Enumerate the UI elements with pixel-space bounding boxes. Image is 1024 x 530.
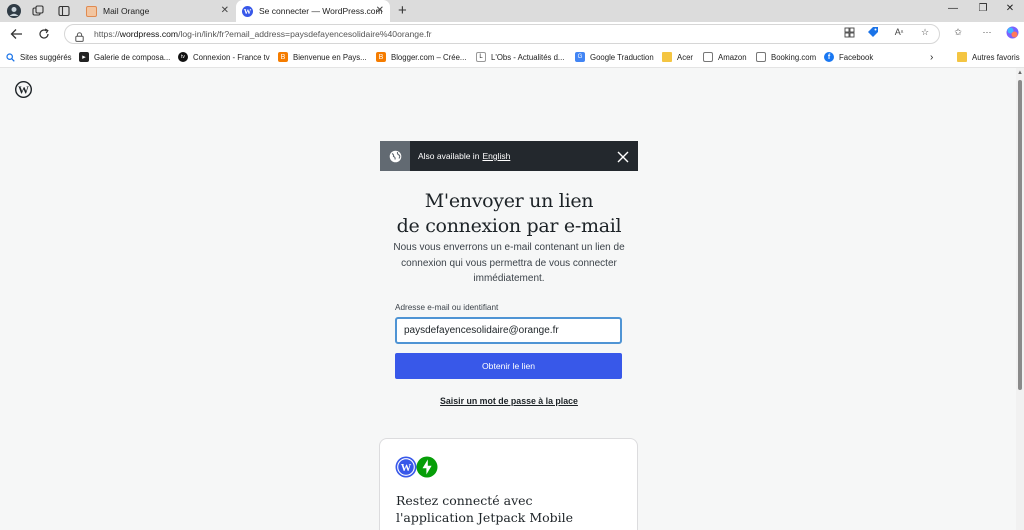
close-tab-icon[interactable]: ✕ (376, 5, 384, 16)
address-bar[interactable]: https://wordpress.com/log-in/link/fr?ema… (64, 24, 940, 44)
close-window-icon[interactable]: ✕ (1002, 3, 1018, 14)
tab-strip: Mail Orange ✕ W Se connecter — WordPress… (0, 0, 1024, 22)
read-aloud-icon[interactable]: Aʌ (892, 25, 906, 39)
svg-text:W: W (18, 85, 29, 97)
bookmark-blogger[interactable]: B Blogger.com – Crée... (376, 51, 466, 63)
svg-text:W: W (244, 7, 252, 16)
scroll-up-icon[interactable]: ▲ (1017, 70, 1023, 76)
blogger-favicon-icon: B (376, 52, 386, 62)
page-icon (703, 52, 713, 62)
navigation-toolbar: https://wordpress.com/log-in/link/fr?ema… (0, 22, 1024, 46)
bookmark-facebook[interactable]: f Facebook (824, 51, 873, 63)
mail-icon (86, 5, 97, 17)
notice-text: Also available in English (418, 151, 511, 161)
favorites-icon[interactable]: ✩ (951, 25, 965, 39)
restore-icon[interactable]: ❐ (975, 3, 991, 14)
translate-favicon-icon: G (575, 52, 585, 62)
more-bookmarks-chevron-icon[interactable]: › (930, 51, 933, 63)
svg-text:W: W (401, 463, 412, 474)
gallery-favicon-icon: ▸ (79, 52, 89, 62)
bookmarks-bar: Sites suggérés ▸ Galerie de composa... t… (0, 46, 1024, 68)
refresh-icon[interactable] (36, 26, 52, 42)
france-tv-favicon-icon: tv (178, 52, 188, 62)
back-arrow-icon[interactable] (8, 26, 24, 42)
globe-icon (380, 141, 410, 171)
wordpress-favicon-icon: W (242, 5, 253, 17)
tab-title: Se connecter — WordPress.com (259, 6, 383, 16)
url-text: https://wordpress.com/log-in/link/fr?ema… (94, 29, 432, 39)
search-icon (6, 52, 15, 62)
page-description: Nous vous enverrons un e-mail contenant … (393, 242, 625, 284)
get-link-button[interactable]: Obtenir le lien (395, 353, 622, 379)
use-password-link[interactable]: Saisir un mot de passe à la place (380, 396, 638, 406)
more-options-icon[interactable]: ··· (980, 25, 994, 39)
app-available-icon[interactable] (842, 25, 856, 39)
wordpress-logo-icon[interactable]: W (14, 80, 33, 99)
new-tab-button[interactable]: + (398, 2, 407, 19)
bookmark-bienvenue[interactable]: B Bienvenue en Pays... (278, 51, 367, 63)
blogger-favicon-icon: B (278, 52, 288, 62)
lobs-favicon-icon: L (476, 52, 486, 62)
bookmark-booking[interactable]: Booking.com (756, 51, 816, 63)
close-notice-icon[interactable] (617, 150, 629, 163)
close-tab-icon[interactable]: ✕ (221, 5, 229, 16)
bookmark-france-tv[interactable]: tv Connexion - France tv (178, 51, 270, 63)
tab-mail-orange[interactable]: Mail Orange ✕ (80, 0, 235, 22)
email-field-label: Adresse e-mail ou identifiant (395, 303, 499, 312)
bookmark-amazon[interactable]: Amazon (703, 51, 747, 63)
tab-wordpress[interactable]: W Se connecter — WordPress.com ✕ (236, 0, 390, 22)
page-icon (756, 52, 766, 62)
bookmark-acer[interactable]: Acer (662, 51, 693, 63)
minimize-icon[interactable]: — (945, 3, 961, 14)
email-field[interactable] (395, 317, 622, 344)
copilot-icon[interactable] (1005, 25, 1019, 39)
facebook-favicon-icon: f (824, 52, 834, 62)
bookmark-lobs[interactable]: L L'Obs - Actualités d... (476, 51, 564, 63)
profile-avatar-icon[interactable] (6, 3, 22, 19)
folder-icon (957, 52, 967, 62)
lock-icon[interactable] (75, 29, 84, 42)
jetpack-app-card: W Restez connecté avec l'application Jet… (379, 438, 638, 530)
bookmark-sites-suggeres[interactable]: Sites suggérés (6, 51, 72, 63)
jetpack-icons: W (395, 456, 438, 478)
folder-icon (662, 52, 672, 62)
tab-title: Mail Orange (103, 6, 150, 16)
page-scrollbar[interactable]: ▲ (1016, 68, 1024, 530)
jetpack-bolt-icon (416, 456, 438, 478)
language-notice: Also available in English (380, 141, 638, 171)
bookmark-autres-favoris[interactable]: Autres favoris (957, 51, 1020, 63)
workspaces-icon[interactable] (30, 3, 46, 19)
page-title: M'envoyer un lien de connexion par e-mai… (396, 190, 622, 237)
favorite-star-icon[interactable]: ☆ (918, 25, 932, 39)
bookmark-google-traduction[interactable]: G Google Traduction (575, 51, 654, 63)
scrollbar-thumb[interactable] (1018, 80, 1022, 390)
vertical-tabs-icon[interactable] (56, 3, 72, 19)
bookmark-galerie[interactable]: ▸ Galerie de composa... (79, 51, 170, 63)
shopping-tag-icon[interactable] (866, 25, 880, 39)
jetpack-card-title: Restez connecté avec l'application Jetpa… (396, 493, 574, 525)
wordpress-app-icon: W (395, 456, 417, 478)
english-link[interactable]: English (482, 151, 510, 161)
